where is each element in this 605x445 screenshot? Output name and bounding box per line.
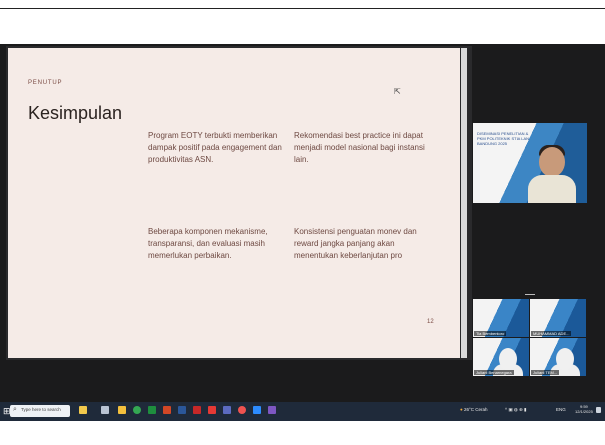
presentation-slide bbox=[8, 48, 460, 358]
slide-point-1: Program EOTY terbukti memberikan dampak … bbox=[148, 131, 282, 164]
slide-section-label: PENUTUP bbox=[28, 80, 63, 86]
app-icon[interactable] bbox=[268, 406, 276, 414]
slide-scrollbar[interactable] bbox=[461, 48, 467, 358]
powerpoint-icon[interactable] bbox=[163, 406, 171, 414]
participant-tile[interactable]: Juliani Benarnegara bbox=[473, 338, 529, 376]
pdf-icon[interactable] bbox=[193, 406, 201, 414]
speaker-face bbox=[539, 147, 565, 177]
search-placeholder: Type here to search bbox=[21, 407, 61, 412]
task-view-icon[interactable] bbox=[101, 406, 109, 414]
participant-name: Juliani Benarnegara bbox=[474, 370, 514, 375]
mouse-cursor-icon: ⇱ bbox=[394, 87, 401, 96]
file-explorer-icon[interactable] bbox=[118, 406, 126, 414]
slide-title: Kesimpulan bbox=[28, 103, 123, 123]
weather-status[interactable]: ● 26°C Cerah bbox=[460, 407, 488, 412]
app-icon[interactable] bbox=[238, 406, 246, 414]
chrome-icon[interactable] bbox=[133, 406, 141, 414]
participant-head bbox=[499, 348, 517, 370]
participant-name: Tia Bembentoro bbox=[474, 331, 507, 336]
participant-name: Juliani TEM... bbox=[531, 370, 560, 375]
taskbar-clock[interactable]: 9:59 12/1/2025 bbox=[575, 404, 593, 414]
speaker-body bbox=[528, 175, 576, 203]
system-tray-icons[interactable]: ^ ▣ ◍ ⊕ ▮ bbox=[505, 407, 527, 413]
slide-point-2: Rekomendasi best practice ini dapat menj… bbox=[294, 131, 425, 164]
app-icon[interactable] bbox=[223, 406, 231, 414]
word-icon[interactable] bbox=[178, 406, 186, 414]
weather-widget-icon[interactable] bbox=[79, 406, 87, 414]
page-bottom-area bbox=[0, 421, 605, 445]
participant-name: MUHAMMAD ADE... bbox=[531, 331, 572, 336]
participant-head bbox=[556, 348, 574, 370]
slide-page-number: 12 bbox=[427, 319, 434, 325]
search-icon: ⌕ bbox=[13, 406, 17, 413]
slide-point-3: Beberapa komponen mekanisme, transparans… bbox=[148, 227, 268, 260]
notification-icon[interactable] bbox=[596, 407, 601, 413]
excel-icon[interactable] bbox=[148, 406, 156, 414]
slide-point-4: Konsistensi penguatan monev dan reward j… bbox=[294, 227, 417, 260]
participant-tile[interactable]: Juliani TEM... bbox=[530, 338, 586, 376]
window-top-bar bbox=[0, 0, 605, 9]
weather-text: 26°C Cerah bbox=[463, 407, 488, 412]
language-indicator[interactable]: ENG bbox=[556, 407, 566, 412]
participant-tile[interactable]: MUHAMMAD ADE... bbox=[530, 299, 586, 337]
clock-date: 12/1/2025 bbox=[575, 409, 593, 414]
video-banner-text: DISEMINASI PENELITIAN & PKM POLITEKNIK S… bbox=[477, 131, 530, 146]
zoom-icon[interactable] bbox=[253, 406, 261, 414]
panel-divider[interactable] bbox=[525, 294, 535, 295]
app-icon[interactable] bbox=[208, 406, 216, 414]
speaker-video[interactable]: DISEMINASI PENELITIAN & PKM POLITEKNIK S… bbox=[473, 123, 587, 203]
participant-tile[interactable]: Tia Bembentoro bbox=[473, 299, 529, 337]
taskbar-search-box[interactable]: ⌕ Type here to search bbox=[10, 405, 70, 417]
